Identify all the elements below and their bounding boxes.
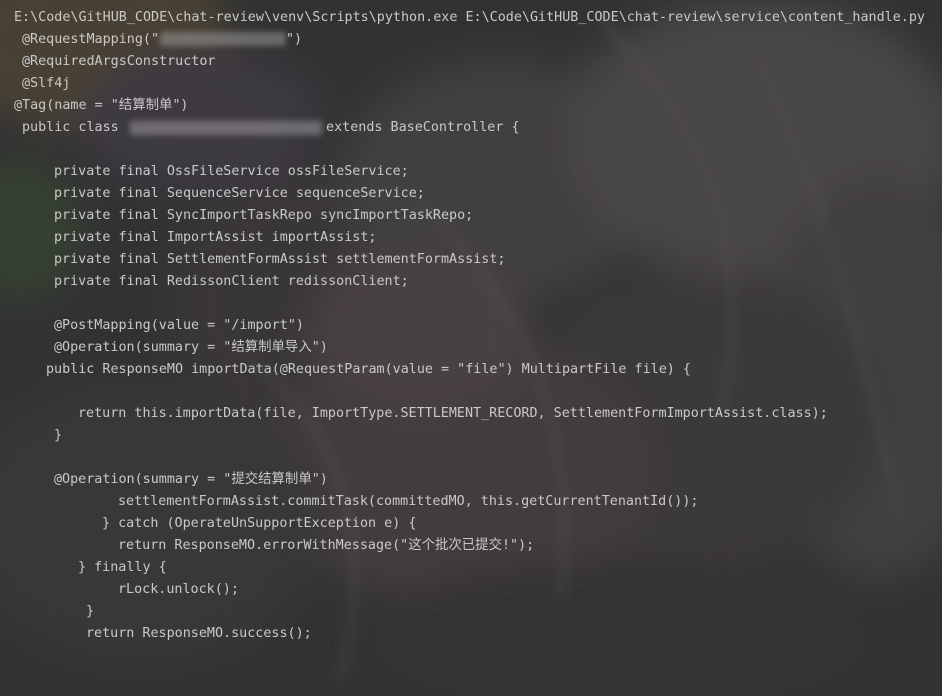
code-line: return ResponseMO.errorWithMessage("这个批次… bbox=[118, 538, 535, 553]
code-line: } bbox=[54, 428, 63, 443]
code-line: private final SyncImportTaskRepo syncImp… bbox=[54, 208, 474, 223]
code-line: private final SequenceService sequenceSe… bbox=[54, 186, 425, 201]
code-line: @RequiredArgsConstructor bbox=[22, 54, 216, 69]
code-line: @Operation(summary = "提交结算制单") bbox=[54, 472, 328, 487]
code-line: } bbox=[86, 604, 95, 619]
code-line: @Slf4j bbox=[22, 76, 71, 91]
code-line: @PostMapping(value = "/import") bbox=[54, 318, 304, 333]
code-line: public class bbox=[22, 120, 127, 135]
code-line: @Tag(name = "结算制单") bbox=[14, 98, 189, 113]
code-line: private final OssFileService ossFileServ… bbox=[54, 164, 409, 179]
code-line: private final RedissonClient redissonCli… bbox=[54, 274, 409, 289]
run-console-output: E:\Code\GitHUB_CODE\chat-review\venv\Scr… bbox=[0, 0, 942, 696]
code-line: extends BaseController { bbox=[318, 120, 520, 135]
code-line: private final ImportAssist importAssist; bbox=[54, 230, 377, 245]
code-line: private final SettlementFormAssist settl… bbox=[54, 252, 506, 267]
code-line: public ResponseMO importData(@RequestPar… bbox=[46, 362, 691, 377]
code-line: ") bbox=[286, 32, 303, 47]
code-line: return this.importData(file, ImportType.… bbox=[78, 406, 828, 421]
code-line: } finally { bbox=[78, 560, 167, 575]
code-line: return ResponseMO.success(); bbox=[86, 626, 312, 641]
command-line: E:\Code\GitHUB_CODE\chat-review\venv\Scr… bbox=[14, 10, 925, 25]
redacted-text bbox=[160, 32, 286, 46]
code-line: rLock.unlock(); bbox=[118, 582, 239, 597]
code-line: } catch (OperateUnSupportException e) { bbox=[102, 516, 417, 531]
code-line: @Operation(summary = "结算制单导入") bbox=[54, 340, 328, 355]
code-line: @RequestMapping(" bbox=[22, 32, 160, 47]
code-line: settlementFormAssist.commitTask(committe… bbox=[118, 494, 699, 509]
redacted-text bbox=[130, 121, 322, 135]
